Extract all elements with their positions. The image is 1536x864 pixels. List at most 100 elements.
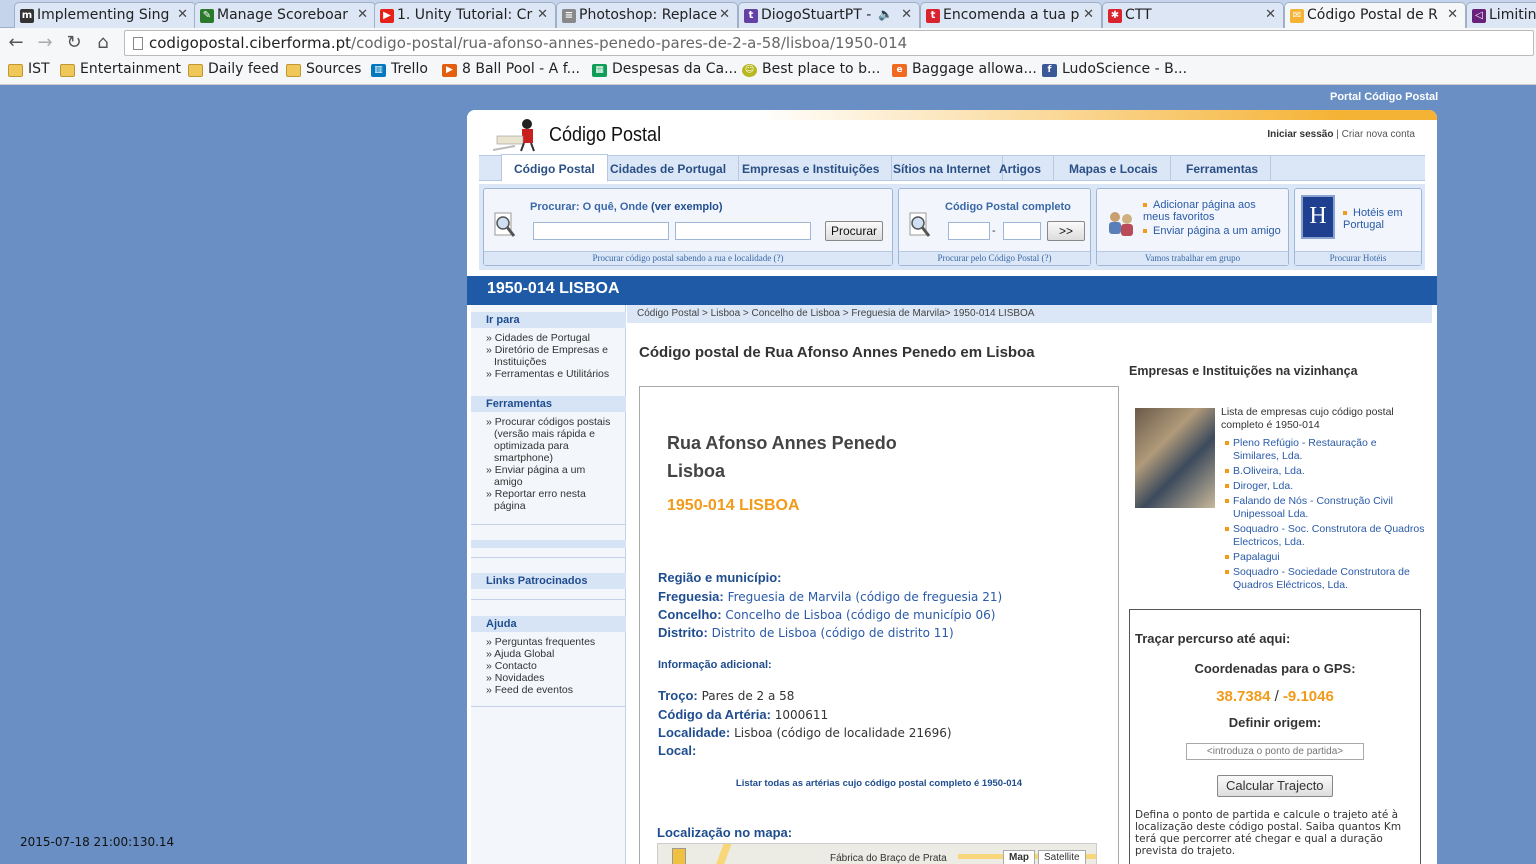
search-footer[interactable]: Procurar código postal sabendo a rua e l… — [484, 251, 892, 265]
close-icon[interactable]: ✕ — [177, 7, 188, 22]
site-logo-text[interactable]: Código Postal — [549, 124, 661, 147]
bookmark-trello[interactable]: ▥ Trello — [371, 61, 428, 81]
nav-artigos[interactable]: Artigos — [987, 156, 1054, 181]
browser-tab[interactable]: ≡ Photoshop: Replace ✕ — [556, 2, 738, 28]
sidebar-item-report-error[interactable]: » Reportar erro nesta página — [486, 488, 611, 512]
bookmark-ludoscience[interactable]: f LudoScience - B... — [1042, 61, 1187, 81]
company-link[interactable]: Falando de Nós - Construção Civil Unipes… — [1225, 495, 1425, 521]
close-icon[interactable]: ✕ — [1265, 7, 1276, 22]
breadcrumb[interactable]: Código Postal > Lisboa > Concelho de Lis… — [627, 305, 1432, 323]
t-icon: t — [926, 9, 940, 23]
sidebar-item-smartphone[interactable]: » Procurar códigos postais (versão mais … — [486, 416, 611, 464]
browser-tab[interactable]: t Encomenda a tua p ✕ — [920, 2, 1102, 28]
extra-info-title: Informação adicional: — [658, 659, 772, 671]
back-icon[interactable]: ← — [4, 31, 28, 55]
bookmark-daily-feed[interactable]: Daily feed — [188, 61, 279, 81]
sidebar-item-faq[interactable]: » Perguntas frequentes — [486, 636, 611, 648]
hotels-footer[interactable]: Procurar Hotéis — [1295, 251, 1421, 265]
arteria-row: Código da Artéria: 1000611 — [658, 707, 829, 722]
search-where-input[interactable] — [675, 222, 811, 240]
add-favorites-link[interactable]: Adicionar página aos meus favoritos — [1143, 199, 1283, 223]
company-link[interactable]: Papalagui — [1225, 551, 1425, 564]
calculate-route-button[interactable]: Calcular Trajecto — [1217, 775, 1333, 797]
sidebar-item-ajuda-global[interactable]: » Ajuda Global — [486, 648, 611, 660]
bookmark-best-place[interactable]: ☺ Best place to b... — [742, 61, 880, 81]
close-icon[interactable]: ✕ — [901, 7, 912, 22]
nav-ferramentas[interactable]: Ferramentas — [1174, 156, 1272, 181]
nav-cidades[interactable]: Cidades de Portugal — [598, 156, 740, 181]
youtube-icon: ▶ — [380, 9, 394, 23]
browser-tab[interactable]: ▶ 1. Unity Tutorial: Cr ✕ — [374, 2, 556, 28]
nav-empresas[interactable]: Empresas e Instituições — [730, 156, 893, 181]
company-link[interactable]: Soquadro - Sociedade Construtora de Quad… — [1225, 566, 1425, 592]
bookmark-sources[interactable]: Sources — [286, 61, 361, 81]
forward-icon[interactable]: → — [33, 31, 57, 55]
bookmark-8-ball-pool[interactable]: ▶ 8 Ball Pool - A f... — [442, 61, 580, 81]
origin-input[interactable] — [1186, 743, 1364, 760]
home-icon[interactable]: ⌂ — [91, 31, 115, 55]
sidebar-item-contacto[interactable]: » Contacto — [486, 660, 611, 672]
facebook-icon: f — [1042, 64, 1057, 77]
postal-code-footer[interactable]: Procurar pelo Código Postal (?) — [899, 251, 1090, 265]
speaker-icon[interactable]: 🔈 — [878, 7, 893, 21]
sidebar-item-novidades[interactable]: » Novidades — [486, 672, 611, 684]
example-link[interactable]: (ver exemplo) — [651, 201, 723, 213]
register-link[interactable]: Criar nova conta — [1342, 129, 1415, 140]
search-button[interactable]: Procurar — [825, 221, 884, 241]
postal-code-go-button[interactable]: >> — [1047, 221, 1085, 241]
reload-icon[interactable]: ↻ — [62, 31, 86, 55]
bookmark-ist[interactable]: IST — [8, 61, 50, 81]
nav-mapas[interactable]: Mapas e Locais — [1057, 156, 1171, 181]
search-icon — [494, 212, 516, 237]
sidebar-item-diretorio[interactable]: » Diretório de Empresas e Instituições — [486, 344, 611, 368]
company-link[interactable]: Pleno Refúgio - Restauração e Similares,… — [1225, 437, 1425, 463]
folder-icon — [286, 64, 301, 77]
stackexchange-icon: ≡ — [562, 9, 576, 23]
login-link[interactable]: Iniciar sessão — [1267, 129, 1333, 140]
close-icon[interactable]: ✕ — [537, 7, 548, 22]
distrito-link[interactable]: Distrito de Lisboa (código de distrito 1… — [712, 626, 954, 640]
browser-tab[interactable]: m Implementing Sing ✕ — [14, 2, 196, 28]
hotels-link[interactable]: Hotéis em Portugal — [1343, 207, 1418, 231]
route-panel: Traçar percurso até aqui: Coordenadas pa… — [1129, 609, 1421, 864]
map-view-button[interactable]: Map — [1003, 850, 1035, 864]
close-icon[interactable]: ✕ — [1083, 7, 1094, 22]
search-what-input[interactable] — [533, 222, 669, 240]
sidebar-item-cidades[interactable]: » Cidades de Portugal — [486, 332, 611, 344]
browser-tab[interactable]: ◁ Limitin — [1466, 2, 1536, 28]
help-title: Ajuda — [471, 616, 626, 632]
postal-code-part2-input[interactable] — [1003, 222, 1041, 240]
send-friend-link[interactable]: Enviar página a um amigo — [1143, 225, 1283, 237]
company-link[interactable]: B.Oliveira, Lda. — [1225, 465, 1425, 478]
gps-title: Coordenadas para o GPS: — [1194, 661, 1356, 676]
close-icon[interactable]: ✕ — [719, 7, 730, 22]
bookmark-entertainment[interactable]: Entertainment — [60, 61, 181, 81]
bookmark-despesas[interactable]: ▦ Despesas da Ca... — [592, 61, 737, 81]
company-link[interactable]: Soquadro - Soc. Construtora de Quadros E… — [1225, 523, 1425, 549]
map-widget[interactable]: Fábrica do Braço de Prata Map Satellite — [657, 843, 1097, 864]
company-link[interactable]: Diroger, Lda. — [1225, 480, 1425, 493]
sidebar-item-send-friend[interactable]: » Enviar página a um amigo — [486, 464, 611, 488]
browser-tab[interactable]: ✱ CTT ✕ — [1102, 2, 1284, 28]
browser-tab[interactable]: t DiogoStuartPT - 🔈 ✕ — [738, 2, 920, 28]
concelho-link[interactable]: Concelho de Lisboa (código de município … — [725, 608, 995, 622]
close-icon[interactable]: ✕ — [1447, 7, 1458, 22]
postal-code-part1-input[interactable] — [948, 222, 990, 240]
nav-sitios[interactable]: Sítios na Internet — [881, 156, 1004, 181]
satellite-view-button[interactable]: Satellite — [1038, 850, 1086, 864]
close-icon[interactable]: ✕ — [357, 7, 368, 22]
sidebar-item-feed[interactable]: » Feed de eventos — [486, 684, 611, 696]
nav-codigo-postal[interactable]: Código Postal — [501, 154, 608, 182]
portal-link[interactable]: Portal Código Postal — [1330, 91, 1438, 103]
sidebar-item-ferramentas[interactable]: » Ferramentas e Utilitários — [486, 368, 611, 380]
address-bar[interactable]: codigopostal.ciberforma.pt/codigo-postal… — [124, 30, 1534, 56]
freguesia-link[interactable]: Freguesia de Marvila (código de freguesi… — [728, 590, 1003, 604]
pegman-icon[interactable] — [672, 848, 686, 864]
list-arteries-link[interactable]: Listar todas as artérias cujo código pos… — [640, 778, 1118, 789]
trello-icon: ▥ — [371, 64, 386, 77]
browser-tab[interactable]: ✎ Manage Scoreboar ✕ — [194, 2, 376, 28]
browser-tab-active[interactable]: ✉ Código Postal de R ✕ — [1284, 2, 1466, 29]
bookmark-baggage[interactable]: e Baggage allowa... — [892, 61, 1037, 81]
tools-title: Ferramentas — [471, 396, 626, 412]
ctt-icon: ✱ — [1108, 9, 1122, 23]
